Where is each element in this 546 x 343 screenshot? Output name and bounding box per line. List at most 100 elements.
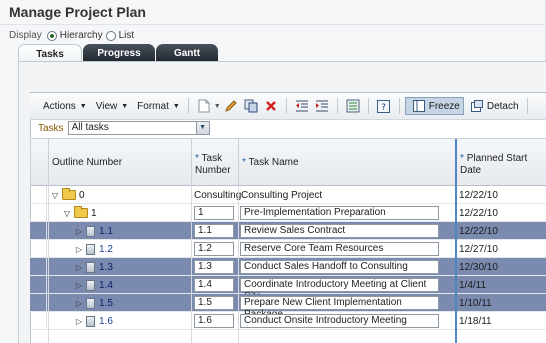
expand-icon[interactable]: ▷ — [74, 245, 84, 254]
tab-progress[interactable]: Progress — [83, 44, 155, 62]
planned-start-cell: 12/22/10 — [459, 189, 498, 201]
task-filter: Tasks All tasks ▼ — [38, 121, 210, 135]
export-icon[interactable] — [345, 98, 361, 114]
outline-number[interactable]: 1.1 — [99, 226, 113, 237]
header-task-number[interactable]: * Task Number — [191, 139, 238, 187]
task-name-cell: Conduct Sales Handoff to Consulting — [240, 258, 439, 276]
header-gutter — [30, 139, 48, 187]
row-gutter[interactable] — [30, 204, 47, 221]
task-name-input[interactable]: Prepare New Client Implementation Packag… — [240, 296, 439, 320]
outline-number[interactable]: 1.2 — [99, 244, 113, 255]
task-number-cell: 1.4 — [194, 276, 234, 294]
outdent-icon[interactable] — [294, 98, 310, 114]
help-icon[interactable]: ? — [376, 98, 392, 114]
tab-gantt[interactable]: Gantt — [156, 44, 218, 62]
task-icon — [86, 315, 95, 327]
task-name-cell: Conduct Onsite Introductory Meeting — [240, 312, 439, 330]
outline-number[interactable]: 1.5 — [99, 298, 113, 309]
folder-icon — [74, 206, 88, 218]
header-outline-number[interactable]: Outline Number — [48, 139, 191, 187]
task-number-input[interactable]: 1 — [194, 206, 234, 220]
indent-icon[interactable] — [314, 98, 330, 114]
expand-icon[interactable]: ▷ — [74, 281, 84, 290]
new-document-icon[interactable] — [196, 98, 212, 114]
edit-pencil-icon[interactable] — [223, 98, 239, 114]
header-planned-start[interactable]: * Planned Start Date — [455, 139, 546, 187]
table-header: Outline Number * Task Number * Task Name… — [30, 138, 546, 187]
task-number-input[interactable]: 1.6 — [194, 314, 234, 328]
freeze-label: Freeze — [428, 100, 460, 112]
task-name-input[interactable]: Coordinate Introductory Meeting at Clien… — [240, 278, 439, 302]
task-name-cell: Coordinate Introductory Meeting at Clien… — [240, 276, 439, 302]
header-task-number-label: Task Number — [195, 153, 231, 176]
task-name-input[interactable]: Conduct Sales Handoff to Consulting — [240, 260, 439, 274]
radio-list[interactable] — [105, 30, 116, 41]
task-name-input[interactable]: Review Sales Contract — [240, 224, 439, 238]
task-name-input[interactable]: Reserve Core Team Resources — [240, 242, 439, 256]
row-gutter[interactable] — [30, 294, 47, 311]
format-menu[interactable]: Format ▼ — [137, 101, 180, 112]
expand-icon[interactable]: ▷ — [74, 317, 84, 326]
task-number-input[interactable]: 1.2 — [194, 242, 234, 256]
task-icon — [86, 243, 95, 255]
row-gutter[interactable] — [30, 186, 47, 203]
task-number-input[interactable]: 1.3 — [194, 260, 234, 274]
actions-menu[interactable]: Actions ▼ — [43, 101, 87, 112]
title-divider — [0, 24, 546, 25]
outline-cell: ▷ 1.4 — [74, 276, 113, 294]
row-gutter[interactable] — [30, 276, 47, 293]
task-number-input[interactable]: 1.4 — [194, 278, 234, 292]
planned-start-cell: 12/22/10 — [459, 225, 498, 237]
freeze-button[interactable]: Freeze — [404, 97, 464, 115]
planned-start-cell: 1/18/11 — [459, 315, 492, 327]
outline-number[interactable]: 1.6 — [99, 316, 113, 327]
radio-list-label[interactable]: List — [119, 30, 135, 41]
table-row[interactable]: ▷ 1.3 1.3 Conduct Sales Handoff to Consulti… — [30, 258, 546, 276]
table-row[interactable]: ▷ 1.1 1.1 Review Sales Contract 12/22/10 — [30, 222, 546, 240]
chevron-down-icon[interactable]: ▼ — [195, 122, 209, 134]
row-gutter[interactable] — [30, 222, 47, 239]
view-menu[interactable]: View ▼ — [96, 101, 128, 112]
task-name-input[interactable]: Pre-Implementation Preparation — [240, 206, 439, 220]
expand-icon[interactable]: ▷ — [74, 227, 84, 236]
column-divider — [191, 186, 192, 343]
task-number-input[interactable]: 1.1 — [194, 224, 234, 238]
task-number-input[interactable]: 1.5 — [194, 296, 234, 310]
task-name-input[interactable]: Conduct Onsite Introductory Meeting — [240, 314, 439, 328]
header-task-name[interactable]: * Task Name — [238, 139, 456, 187]
table-row[interactable]: ▷ 1.6 1.6 Conduct Onsite Introductory Meeti… — [30, 312, 546, 330]
copy-task-icon[interactable] — [243, 98, 259, 114]
outline-number[interactable]: 1.4 — [99, 280, 113, 291]
task-filter-select[interactable]: All tasks ▼ — [67, 121, 210, 135]
planned-start-cell: 12/22/10 — [459, 207, 498, 219]
outline-cell: ▷ 1.2 — [74, 240, 113, 258]
task-name-cell: Pre-Implementation Preparation — [240, 204, 439, 222]
table-row[interactable]: ▽ 1 1 Pre-Implementation Preparation 12/22/1… — [30, 204, 546, 222]
folder-icon — [62, 188, 76, 200]
radio-hierarchy-label[interactable]: Hierarchy — [60, 30, 103, 41]
expand-icon[interactable]: ▷ — [74, 263, 84, 272]
row-gutter[interactable] — [30, 312, 47, 329]
expand-icon[interactable]: ▷ — [74, 299, 84, 308]
table-row[interactable]: ▽ 0 Consulting Consulting Project 12/22/10 — [30, 186, 546, 204]
delete-icon[interactable] — [263, 98, 279, 114]
required-mark: * — [195, 153, 199, 164]
chevron-down-icon[interactable]: ▼ — [214, 103, 221, 110]
row-gutter[interactable] — [30, 240, 47, 257]
table-row[interactable]: ▷ 1.2 1.2 Reserve Core Team Resources 12/27/… — [30, 240, 546, 258]
task-name-cell: Review Sales Contract — [240, 222, 439, 240]
page-title: Manage Project Plan — [9, 4, 146, 20]
column-divider — [48, 186, 49, 343]
collapse-icon[interactable]: ▽ — [62, 209, 72, 218]
row-gutter[interactable] — [30, 258, 47, 275]
radio-hierarchy[interactable] — [46, 30, 57, 41]
collapse-icon[interactable]: ▽ — [50, 191, 60, 200]
tab-tasks[interactable]: Tasks — [18, 44, 82, 62]
table-row[interactable]: ▷ 1.5 1.5 Prepare New Client Implementation… — [30, 294, 546, 320]
outline-number[interactable]: 1.3 — [99, 262, 113, 273]
task-number-cell: 1.1 — [194, 222, 234, 240]
outline-cell: ▷ 1.6 — [74, 312, 113, 330]
planned-start-cell: 12/27/10 — [459, 243, 498, 255]
table-row[interactable]: ▷ 1.4 1.4 Coordinate Introductory Meeting a… — [30, 276, 546, 302]
detach-button[interactable]: Detach — [464, 97, 522, 115]
